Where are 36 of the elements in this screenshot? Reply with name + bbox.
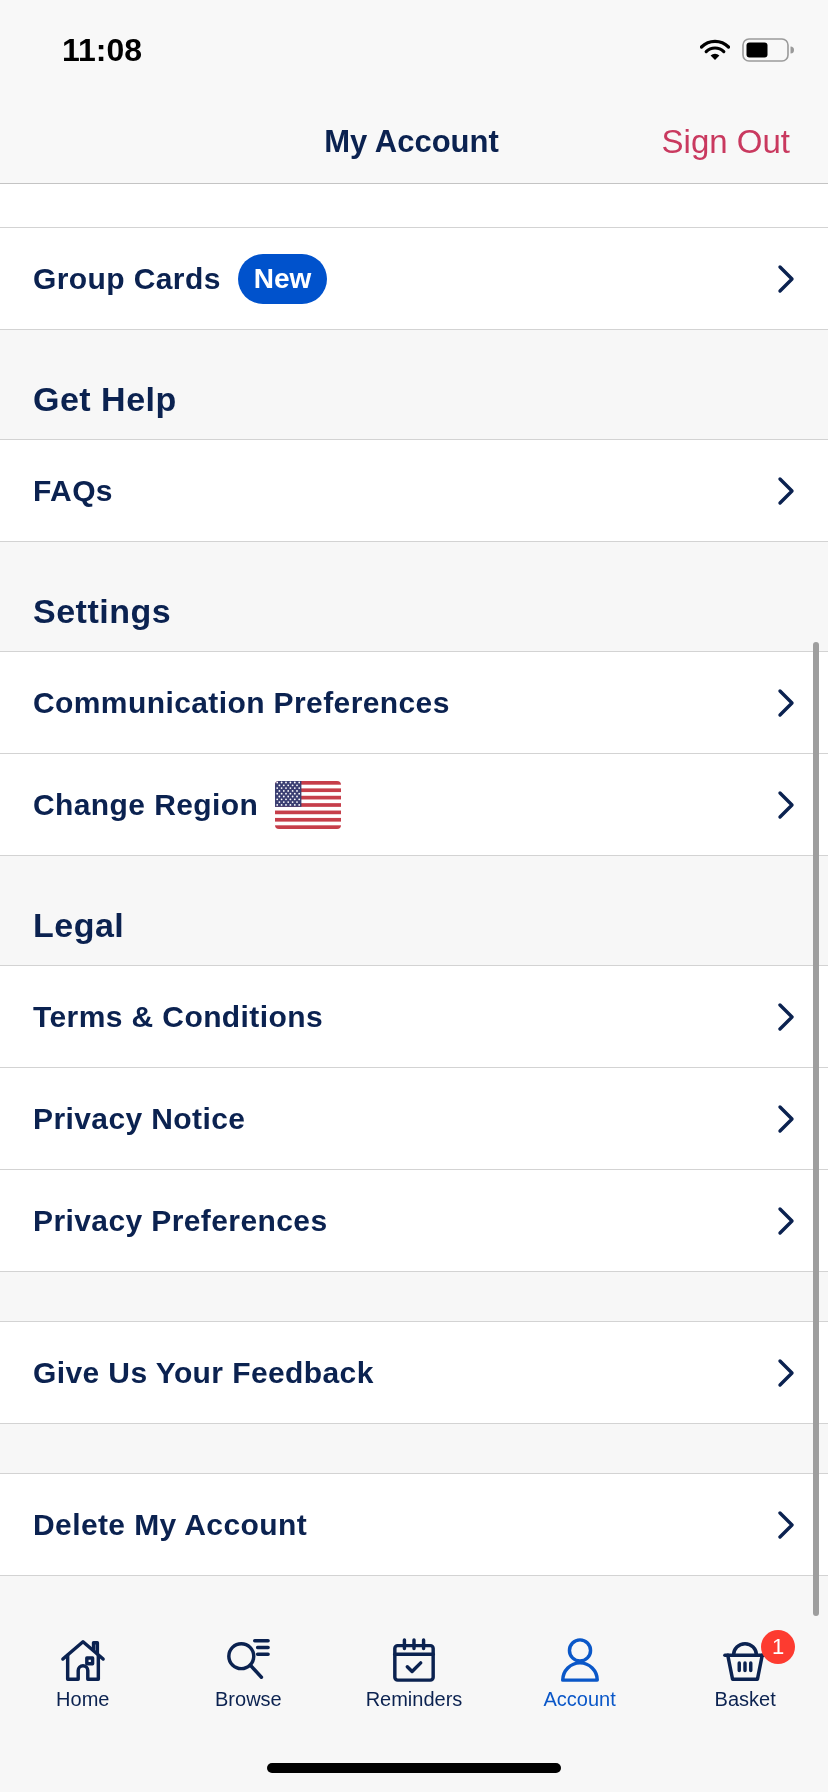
us-flag-icon bbox=[275, 780, 342, 829]
menu-row[interactable]: Give Us Your Feedback bbox=[0, 1322, 828, 1424]
tab[interactable]: Reminders bbox=[331, 1625, 497, 1711]
sign-out-button[interactable]: Sign Out bbox=[661, 122, 790, 161]
chevron-right-icon bbox=[777, 1001, 795, 1032]
chevron-right-icon bbox=[777, 1357, 795, 1388]
tab[interactable]: Home bbox=[0, 1625, 166, 1711]
basket-count-badge: 1 bbox=[761, 1630, 796, 1664]
menu-row[interactable]: FAQs bbox=[0, 440, 828, 542]
chevron-right-icon bbox=[777, 1509, 795, 1540]
menu-row[interactable]: Delete My Account bbox=[0, 1474, 828, 1576]
battery-icon bbox=[742, 38, 794, 62]
chevron-right-icon bbox=[777, 789, 795, 820]
menu-row[interactable]: Communication Preferences bbox=[0, 652, 828, 754]
chevron-right-icon bbox=[777, 687, 795, 718]
screen-title: My Account bbox=[324, 123, 499, 160]
section-heading: Settings bbox=[33, 591, 172, 632]
wifi-icon bbox=[700, 39, 730, 61]
menu-row[interactable]: Change Region bbox=[0, 754, 828, 856]
section-heading: Get Help bbox=[33, 379, 177, 420]
menu-row[interactable]: Terms & Conditions bbox=[0, 966, 828, 1068]
menu-row[interactable]: Group Cards New bbox=[0, 228, 828, 330]
new-tag: New bbox=[237, 253, 328, 304]
menu-row[interactable]: Privacy Notice bbox=[0, 1068, 828, 1170]
status-time: 11:08 bbox=[62, 31, 143, 69]
tab[interactable]: Browse bbox=[165, 1625, 332, 1711]
chevron-right-icon bbox=[777, 1205, 795, 1236]
tab[interactable]: 1 Basket bbox=[662, 1625, 828, 1711]
menu-row[interactable]: Privacy Preferences bbox=[0, 1170, 828, 1272]
chevron-right-icon bbox=[777, 1103, 795, 1134]
home-icon bbox=[59, 1637, 106, 1683]
chevron-right-icon bbox=[777, 475, 795, 506]
section-heading: Legal bbox=[33, 905, 125, 946]
calendar-icon bbox=[391, 1637, 437, 1683]
chevron-right-icon bbox=[777, 263, 795, 294]
tab[interactable]: Account bbox=[496, 1625, 663, 1711]
